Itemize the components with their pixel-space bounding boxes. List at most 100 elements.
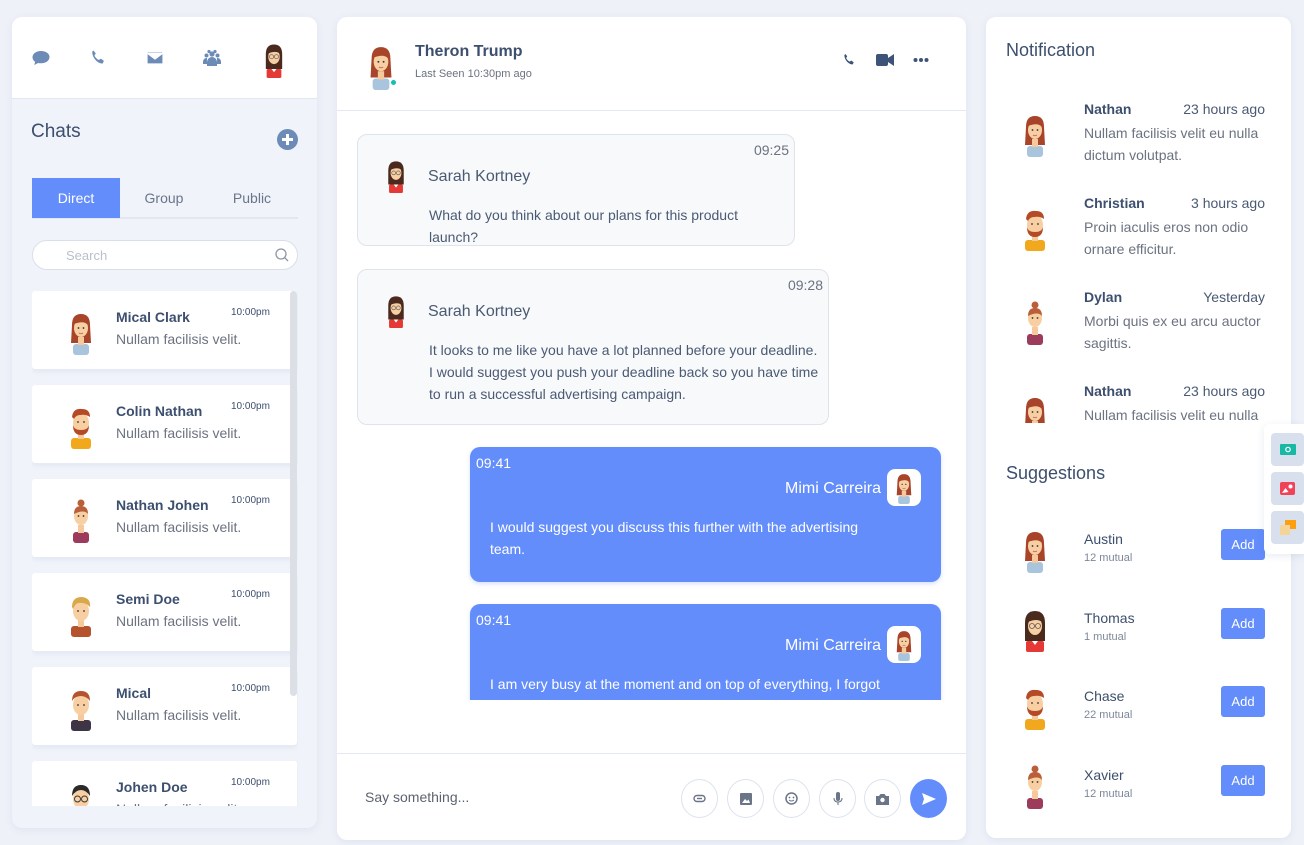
- message-time: 10:00pm: [231, 401, 270, 412]
- message-time: 10:00pm: [231, 777, 270, 788]
- notification-avatar: [1020, 113, 1050, 157]
- plus-circle-icon[interactable]: [277, 129, 298, 150]
- chat-list-item[interactable]: Mical Clark 10:00pm Nullam facilisis vel…: [32, 291, 297, 369]
- sender-name: Sarah Kortney: [428, 303, 531, 320]
- mic-icon[interactable]: [819, 779, 856, 818]
- user-avatar[interactable]: [261, 42, 287, 74]
- message-input[interactable]: [365, 782, 665, 812]
- link-icon[interactable]: [681, 779, 718, 818]
- sender-name: Mimi Carreira: [785, 637, 881, 654]
- suggestion-item: Chase 22 mutual Add: [986, 686, 1291, 746]
- message-composer: [337, 753, 966, 840]
- notification-name: Nathan: [1084, 383, 1132, 399]
- notification-item[interactable]: Dylan Yesterday Morbi quis ex eu arcu au…: [986, 289, 1291, 369]
- notification-item[interactable]: Christian 3 hours ago Proin iaculis eros…: [986, 195, 1291, 275]
- video-icon[interactable]: [876, 51, 894, 69]
- search-box: [32, 240, 298, 270]
- send-button[interactable]: [910, 779, 947, 818]
- notification-time: 3 hours ago: [1191, 195, 1265, 211]
- notification-name: Nathan: [1084, 101, 1132, 117]
- scrollbar-thumb[interactable]: [290, 291, 297, 696]
- chat-list-item[interactable]: Johen Doe 10:00pm Nullam facilisis velit…: [32, 761, 297, 806]
- camera-icon[interactable]: [864, 779, 901, 818]
- contact-name: Mical Clark: [116, 309, 190, 325]
- phone-icon[interactable]: [87, 47, 109, 69]
- chat-list-item[interactable]: Nathan Johen 10:00pm Nullam facilisis ve…: [32, 479, 297, 557]
- chat-tabs: Direct Group Public: [32, 178, 298, 219]
- sender-avatar: [887, 469, 921, 506]
- conversation-header: Theron Trump Last Seen 10:30pm ago: [337, 17, 966, 111]
- message-preview: Nullam facilisis velit.: [116, 519, 242, 535]
- chat-list-item[interactable]: Colin Nathan 10:00pm Nullam facilisis ve…: [32, 385, 297, 463]
- message-time: 10:00pm: [231, 683, 270, 694]
- notification-name: Dylan: [1084, 289, 1123, 305]
- outgoing-message: 09:41 Mimi Carreira I would suggest you …: [470, 447, 941, 582]
- add-friend-button[interactable]: Add: [1221, 765, 1265, 796]
- more-icon[interactable]: [912, 51, 930, 69]
- notification-text: Proin iaculis eros non odio ornare effic…: [1084, 219, 1249, 257]
- message-text: It looks to me like you have a lot plann…: [429, 342, 819, 402]
- message-preview: Nullam facilisis velit.: [116, 801, 241, 806]
- incoming-message: 09:25 Sarah Kortney What do you think ab…: [357, 134, 795, 246]
- mail-icon[interactable]: [144, 47, 166, 69]
- message-preview: Nullam facilisis velit.: [116, 707, 242, 723]
- suggestion-item: Thomas 1 mutual Add: [986, 608, 1291, 668]
- conversation-panel: Theron Trump Last Seen 10:30pm ago 09:25…: [337, 17, 966, 840]
- message-time: 09:41: [476, 455, 512, 471]
- floating-toolbar: [1264, 424, 1304, 554]
- image-icon[interactable]: [727, 779, 764, 818]
- tab-direct[interactable]: Direct: [32, 178, 120, 218]
- notification-time: 23 hours ago: [1183, 383, 1265, 399]
- chat-bubble-icon[interactable]: [30, 47, 52, 69]
- contact-name: Nathan Johen: [116, 497, 209, 513]
- chat-list-item[interactable]: Mical 10:00pm Nullam facilisis velit.: [32, 667, 297, 745]
- suggestion-avatar: [1020, 765, 1050, 809]
- outgoing-message: 09:41 Mimi Carreira I am very busy at th…: [470, 604, 941, 700]
- mutual-count: 12 mutual: [1084, 552, 1133, 564]
- notification-item[interactable]: Nathan 23 hours ago Nullam facilisis vel…: [986, 383, 1291, 423]
- emoji-icon[interactable]: [773, 779, 810, 818]
- message-preview: Nullam facilisis velit.: [116, 613, 242, 629]
- group-icon[interactable]: [201, 47, 223, 69]
- suggestion-name: Xavier: [1084, 767, 1124, 783]
- suggestions-title: Suggestions: [1006, 463, 1106, 483]
- money-icon[interactable]: [1271, 433, 1304, 466]
- online-status-indicator: [390, 79, 397, 86]
- message-text: I am very busy at the moment and on top …: [490, 676, 880, 692]
- contact-name: Johen Doe: [116, 779, 188, 795]
- header-actions: [840, 51, 930, 69]
- chats-title: Chats: [31, 121, 81, 142]
- chat-cards-icon[interactable]: [1271, 511, 1304, 544]
- contact-avatar: [64, 593, 98, 637]
- notification-text: Nullam facilisis velit eu nulla dictum v…: [1084, 125, 1259, 163]
- add-friend-button[interactable]: Add: [1221, 529, 1265, 560]
- activity-panel: Notification Nathan 23 hours ago Nullam …: [986, 17, 1291, 838]
- message-time: 10:00pm: [231, 495, 270, 506]
- notification-item[interactable]: Nathan 23 hours ago Nullam facilisis vel…: [986, 101, 1291, 181]
- contact-name: Mical: [116, 685, 152, 701]
- tab-public[interactable]: Public: [208, 178, 296, 218]
- notification-text: Nullam facilisis velit eu nulla: [1084, 407, 1259, 423]
- add-friend-button[interactable]: Add: [1221, 686, 1265, 717]
- chat-sidebar: Chats Direct Group Public Mical Clark 10…: [12, 17, 317, 828]
- search-icon[interactable]: [274, 247, 290, 263]
- contact-name: Semi Doe: [116, 591, 180, 607]
- message-preview: Nullam facilisis velit.: [116, 425, 242, 441]
- notification-avatar: [1020, 395, 1050, 423]
- search-input[interactable]: [33, 241, 253, 269]
- chat-list-scrollbar[interactable]: [290, 291, 297, 806]
- gallery-icon[interactable]: [1271, 472, 1304, 505]
- add-friend-button[interactable]: Add: [1221, 608, 1265, 639]
- sidebar-topbar: [12, 17, 317, 99]
- tab-group[interactable]: Group: [120, 178, 208, 218]
- sender-avatar: [887, 626, 921, 663]
- notification-title: Notification: [1006, 40, 1096, 60]
- phone-icon[interactable]: [840, 51, 858, 69]
- sender-avatar: [384, 294, 408, 328]
- mutual-count: 12 mutual: [1084, 788, 1133, 800]
- notification-text: Morbi quis ex eu arcu auctor sagittis.: [1084, 313, 1261, 351]
- chat-list-item[interactable]: Semi Doe 10:00pm Nullam facilisis velit.: [32, 573, 297, 651]
- incoming-message: 09:28 Sarah Kortney It looks to me like …: [357, 269, 829, 425]
- message-time: 09:25: [753, 142, 789, 158]
- mutual-count: 1 mutual: [1084, 631, 1127, 643]
